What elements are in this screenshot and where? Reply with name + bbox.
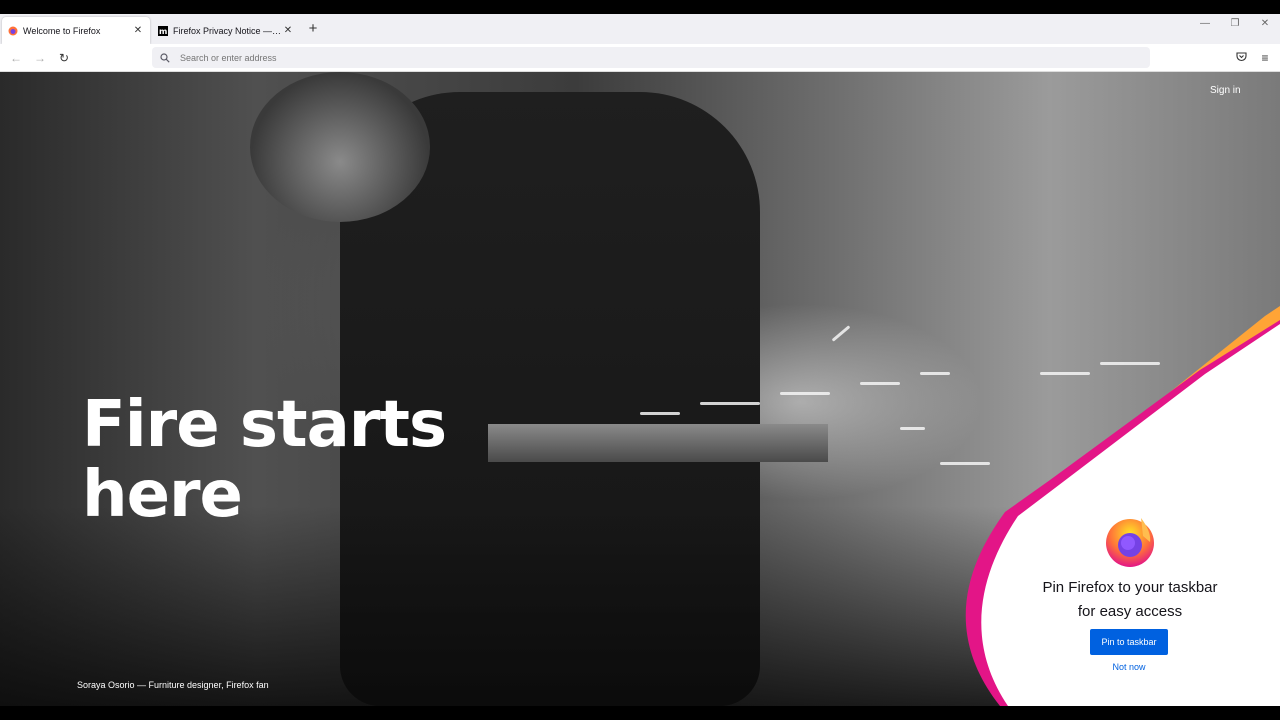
spark xyxy=(780,392,830,395)
spark xyxy=(640,412,680,415)
back-icon[interactable]: ← xyxy=(8,50,24,66)
pin-title-line-2: for easy access xyxy=(1077,603,1183,620)
hamburger-menu-icon[interactable]: ≡ xyxy=(1257,50,1273,66)
spark xyxy=(860,382,900,385)
tab-title: Firefox Privacy Notice — Mozilla xyxy=(173,25,282,36)
close-tab-icon[interactable]: ✕ xyxy=(282,25,294,36)
headline-line-1: Fire starts xyxy=(82,388,447,462)
address-input[interactable] xyxy=(178,51,1082,64)
screen-top-border xyxy=(0,0,1280,14)
mozilla-favicon-icon: m xyxy=(158,25,168,36)
pocket-icon[interactable] xyxy=(1233,50,1249,66)
photo-caption: Soraya Osorio — Furniture designer, Fire… xyxy=(77,680,269,690)
screen-bottom-border xyxy=(0,706,1280,720)
photo-person-head xyxy=(250,72,430,222)
reload-icon[interactable]: ↻ xyxy=(56,50,72,66)
tab-strip: Welcome to Firefox ✕ m Firefox Privacy N… xyxy=(0,14,1280,44)
pin-to-taskbar-button[interactable]: Pin to taskbar xyxy=(1090,629,1168,655)
firefox-favicon-icon xyxy=(8,26,18,36)
new-tab-button[interactable]: + xyxy=(305,19,321,39)
tab-title: Welcome to Firefox xyxy=(23,25,101,36)
spark xyxy=(831,325,851,342)
page-headline: Fire starts here xyxy=(82,390,502,530)
pin-title-line-1: Pin Firefox to your taskbar xyxy=(1042,579,1218,596)
headline-line-2: here xyxy=(82,458,243,532)
close-tab-icon[interactable]: ✕ xyxy=(132,25,144,36)
firefox-logo-icon xyxy=(1106,518,1154,567)
tab-welcome[interactable]: Welcome to Firefox ✕ xyxy=(2,17,150,44)
not-now-link[interactable]: Not now xyxy=(1090,662,1168,672)
address-bar[interactable] xyxy=(152,47,1150,68)
minimize-icon[interactable]: — xyxy=(1190,18,1220,29)
pin-card-title: Pin Firefox to your taskbar for easy acc… xyxy=(1020,576,1240,624)
photo-metal-bar xyxy=(488,424,828,462)
tab-privacy-notice[interactable]: m Firefox Privacy Notice — Mozilla ✕ xyxy=(152,17,300,44)
navigation-toolbar: ← → ↻ ≡ xyxy=(0,44,1280,72)
restore-icon[interactable]: ❐ xyxy=(1220,18,1250,29)
search-icon xyxy=(160,52,172,63)
svg-text:m: m xyxy=(159,27,167,36)
window-close-icon[interactable]: ✕ xyxy=(1250,18,1280,29)
forward-icon[interactable]: → xyxy=(32,50,48,66)
sign-in-link[interactable]: Sign in xyxy=(1210,85,1241,96)
spark xyxy=(700,402,760,405)
